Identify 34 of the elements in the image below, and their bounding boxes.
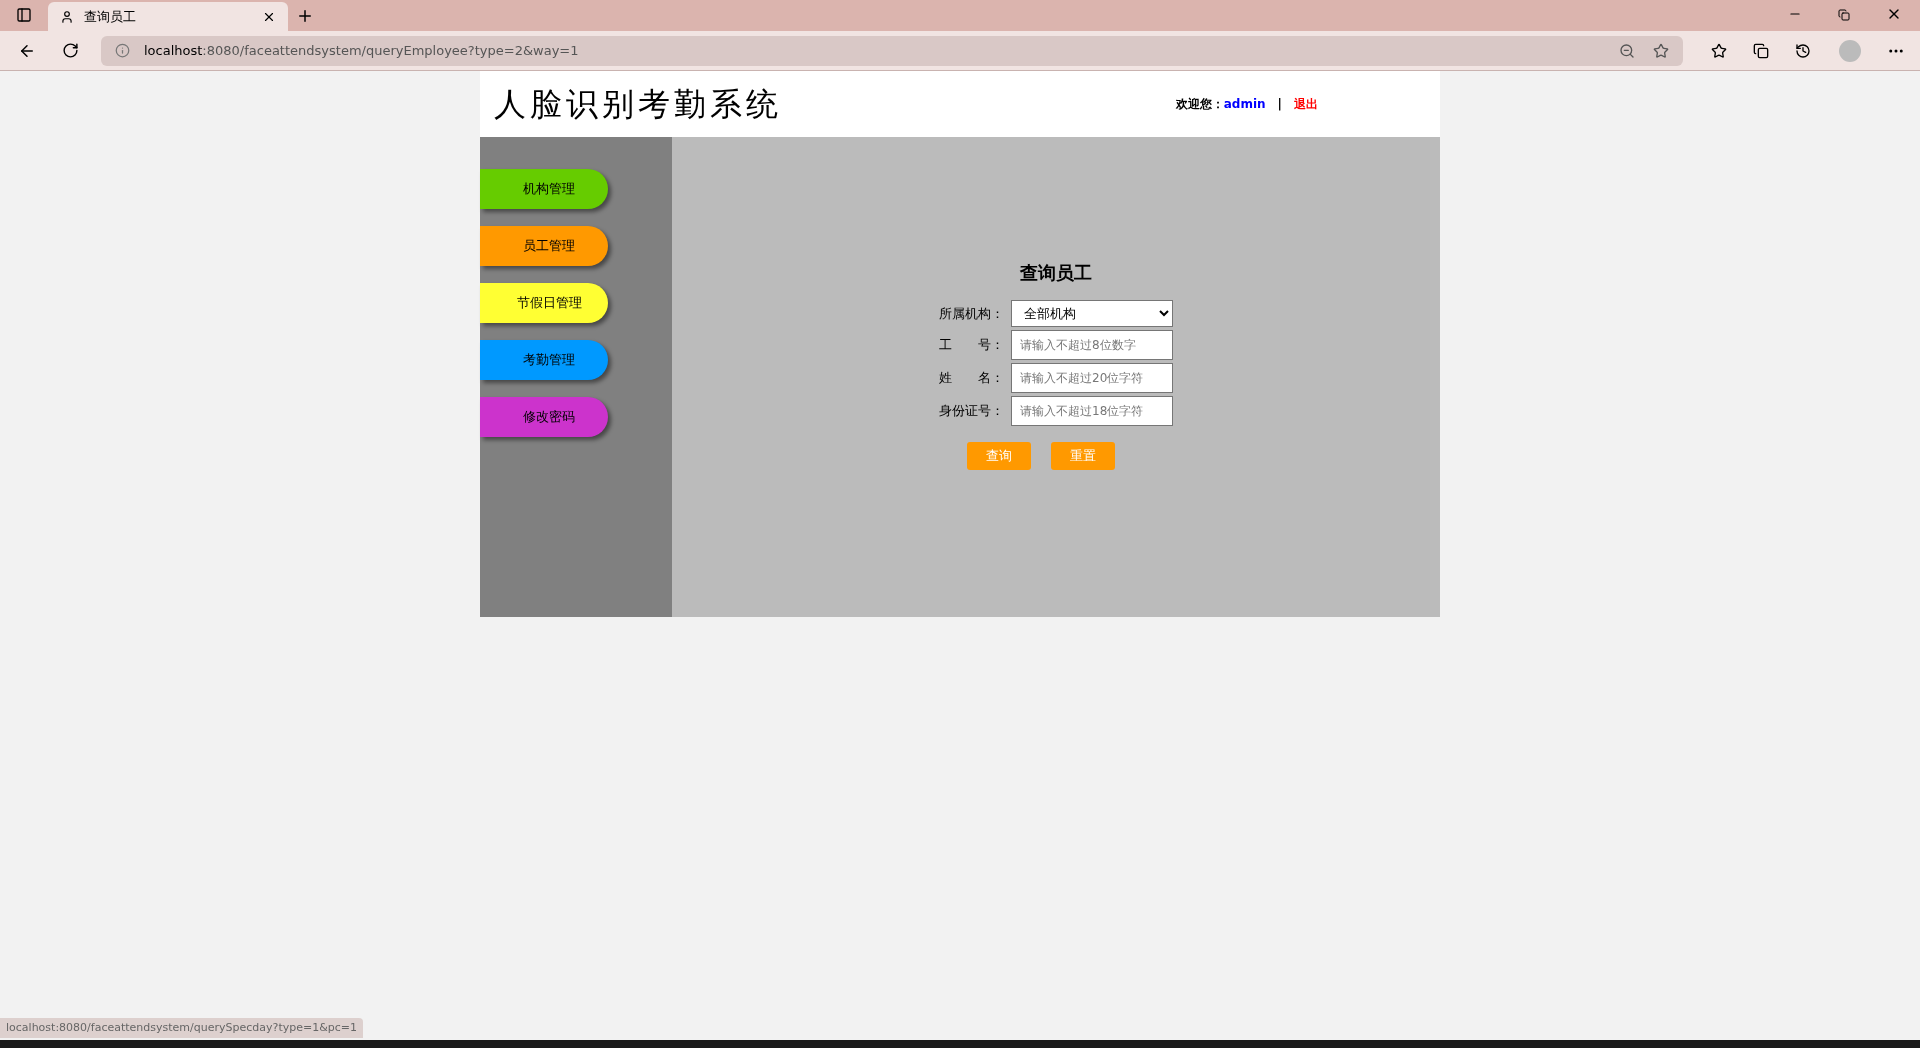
separator-text: | bbox=[1277, 96, 1282, 113]
favorites-icon[interactable] bbox=[1711, 42, 1727, 59]
url-text: localhost:8080/faceattendsystem/queryEmployee?type=2&way=1 bbox=[144, 41, 580, 60]
restore-icon[interactable] bbox=[1838, 9, 1850, 21]
field-label: 工 号： bbox=[939, 336, 1003, 355]
welcome-text: 欢迎您：admin bbox=[1175, 96, 1266, 113]
field-label: 所属机构： bbox=[939, 304, 1003, 323]
sidebar-item[interactable]: 修改密码 bbox=[480, 397, 608, 437]
reload-icon[interactable] bbox=[62, 42, 79, 59]
input-field[interactable]: 请输入不超过8位数字 bbox=[1011, 330, 1173, 360]
field-label: 姓 名： bbox=[939, 369, 1003, 388]
collections-icon[interactable] bbox=[1753, 42, 1769, 59]
sidebar-item[interactable]: 节假日管理 bbox=[480, 283, 608, 323]
input-field[interactable]: 请输入不超过20位字符 bbox=[1011, 363, 1173, 393]
new-tab-icon[interactable] bbox=[296, 7, 314, 25]
tab-title: 查询员工 bbox=[84, 7, 137, 26]
sidebar-item[interactable]: 员工管理 bbox=[480, 226, 608, 266]
system-title: 人脸识别考勤系统 bbox=[494, 84, 783, 125]
status-url: localhost:8080/faceattendsystem/querySpecday?type=1&pc=1 bbox=[0, 1017, 363, 1038]
input-field[interactable]: 请输入不超过18位字符 bbox=[1011, 396, 1173, 426]
organization-select[interactable]: 全部机构 bbox=[1011, 300, 1173, 327]
tab-favicon-icon bbox=[60, 9, 74, 24]
history-icon[interactable] bbox=[1795, 42, 1811, 59]
tab-panel-icon[interactable] bbox=[16, 7, 32, 23]
address-bar[interactable]: localhost:8080/faceattendsystem/queryEmployee?type=2&way=1 bbox=[101, 35, 1683, 66]
form-title: 查询员工 bbox=[1020, 261, 1092, 285]
favorite-star-icon[interactable] bbox=[1653, 42, 1669, 59]
site-info-icon[interactable] bbox=[115, 43, 130, 58]
zoom-out-icon[interactable] bbox=[1619, 42, 1635, 59]
sidebar-item[interactable]: 考勤管理 bbox=[480, 340, 608, 380]
browser-tab[interactable]: 查询员工 bbox=[48, 2, 288, 31]
logout-link[interactable]: 退出 bbox=[1294, 95, 1318, 113]
sidebar-item[interactable]: 机构管理 bbox=[480, 169, 608, 209]
field-label: 身份证号： bbox=[939, 402, 1003, 421]
